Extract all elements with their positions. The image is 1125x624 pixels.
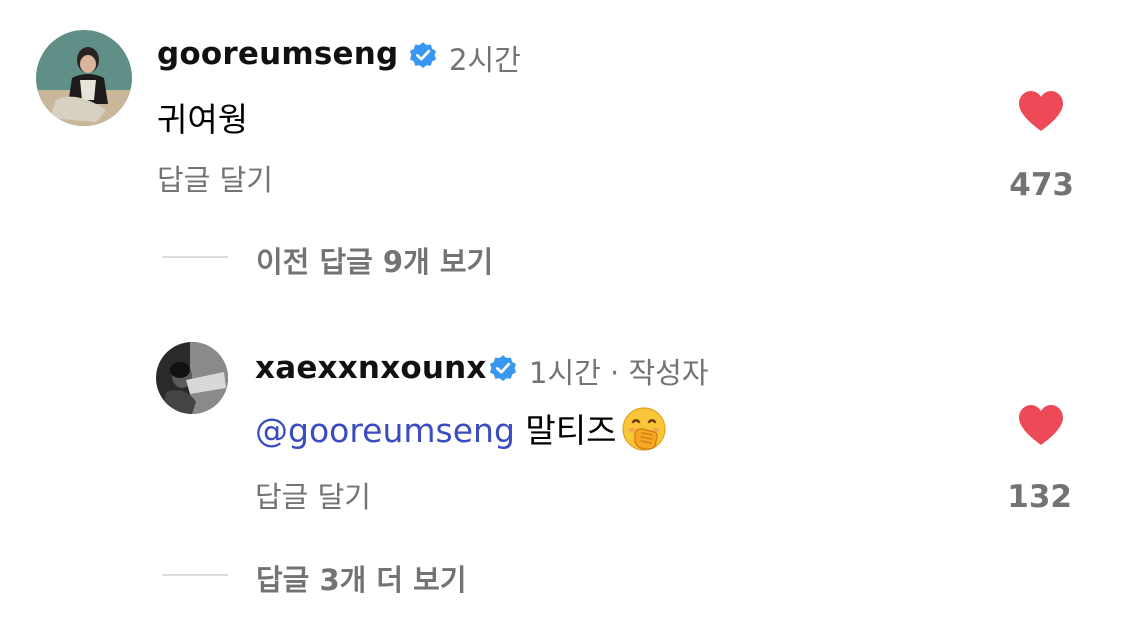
comment-heart-icon[interactable] (1017, 89, 1065, 133)
mention-link[interactable]: @gooreumseng (255, 411, 515, 450)
reply-body: 말티즈 (525, 411, 617, 450)
comments-section: gooreumseng 2시간 귀여웡 답글 달기 473 이전 답글 9개 보… (0, 0, 1125, 624)
verified-badge-icon (409, 42, 437, 69)
avatar-xaexxnxounx[interactable] (156, 342, 228, 414)
comment-text: 귀여웡 (157, 100, 249, 139)
reply-like-count[interactable]: 132 (982, 479, 1072, 515)
view-previous-replies-button[interactable]: 이전 답글 9개 보기 (256, 239, 493, 281)
verified-badge-icon (489, 355, 517, 382)
more-replies-divider-line (162, 574, 228, 576)
reply-reply-button[interactable]: 답글 달기 (255, 474, 371, 516)
reply-timestamp: 1시간 · 작성자 (529, 356, 709, 390)
avatar-gooreumseng[interactable] (36, 30, 132, 126)
reply-heart-icon[interactable] (1017, 403, 1065, 447)
comment-timestamp: 2시간 (449, 43, 521, 77)
comment-username[interactable]: gooreumseng (157, 36, 398, 72)
reply-text: @gooreumseng 말티즈 (255, 404, 667, 452)
view-more-replies-button[interactable]: 답글 3개 더 보기 (256, 557, 467, 599)
comment-reply-button[interactable]: 답글 달기 (157, 157, 273, 199)
reply-username[interactable]: xaexxnxounx (255, 350, 487, 386)
face-with-hand-over-mouth-icon (621, 407, 666, 451)
comment-like-count[interactable]: 473 (984, 167, 1074, 203)
replies-divider-line (162, 256, 228, 258)
